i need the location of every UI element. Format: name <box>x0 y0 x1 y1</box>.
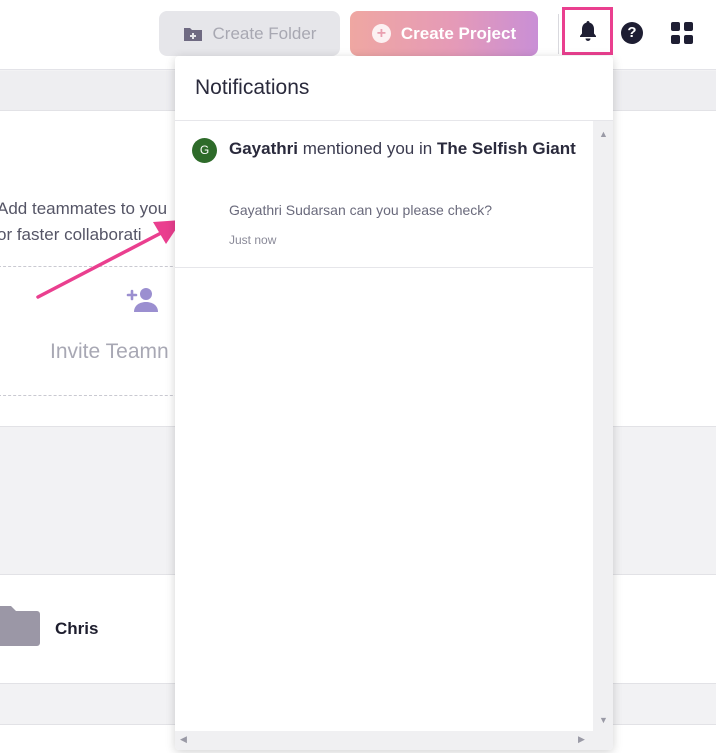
notification-target[interactable]: The Selfish Giant <box>437 139 576 158</box>
scroll-right-icon[interactable]: ▶ <box>578 734 585 745</box>
scroll-left-icon[interactable]: ◀ <box>180 734 187 745</box>
notification-item[interactable]: G Gayathri mentioned you in The Selfish … <box>175 121 593 268</box>
horizontal-scrollbar[interactable]: ◀ ▶ <box>175 731 613 750</box>
scroll-up-icon[interactable]: ▲ <box>599 129 608 139</box>
notification-action: mentioned you in <box>302 139 433 158</box>
notification-timestamp: Just now <box>229 233 277 247</box>
notifications-panel: Notifications G Gayathri mentioned you i… <box>175 56 613 750</box>
avatar: G <box>192 138 217 163</box>
notification-user: Gayathri <box>229 139 298 158</box>
notifications-title: Notifications <box>175 56 613 121</box>
scroll-down-icon[interactable]: ▼ <box>599 715 608 725</box>
notification-title: Gayathri mentioned you in The Selfish Gi… <box>229 136 579 162</box>
notification-message: Gayathri Sudarsan can you please check? <box>229 202 493 218</box>
vertical-scrollbar[interactable]: ▲ ▼ <box>593 121 613 731</box>
